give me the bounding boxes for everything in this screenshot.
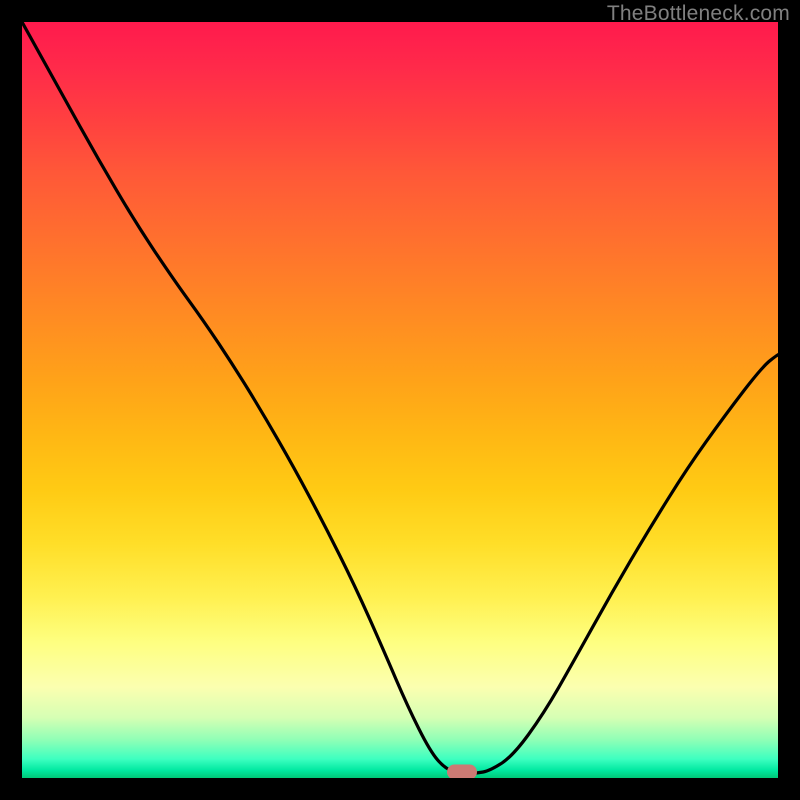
- plot-area: [22, 22, 778, 778]
- optimum-marker: [447, 764, 477, 778]
- watermark-text: TheBottleneck.com: [607, 2, 790, 26]
- chart-frame: TheBottleneck.com: [0, 0, 800, 800]
- bottleneck-curve: [22, 22, 778, 778]
